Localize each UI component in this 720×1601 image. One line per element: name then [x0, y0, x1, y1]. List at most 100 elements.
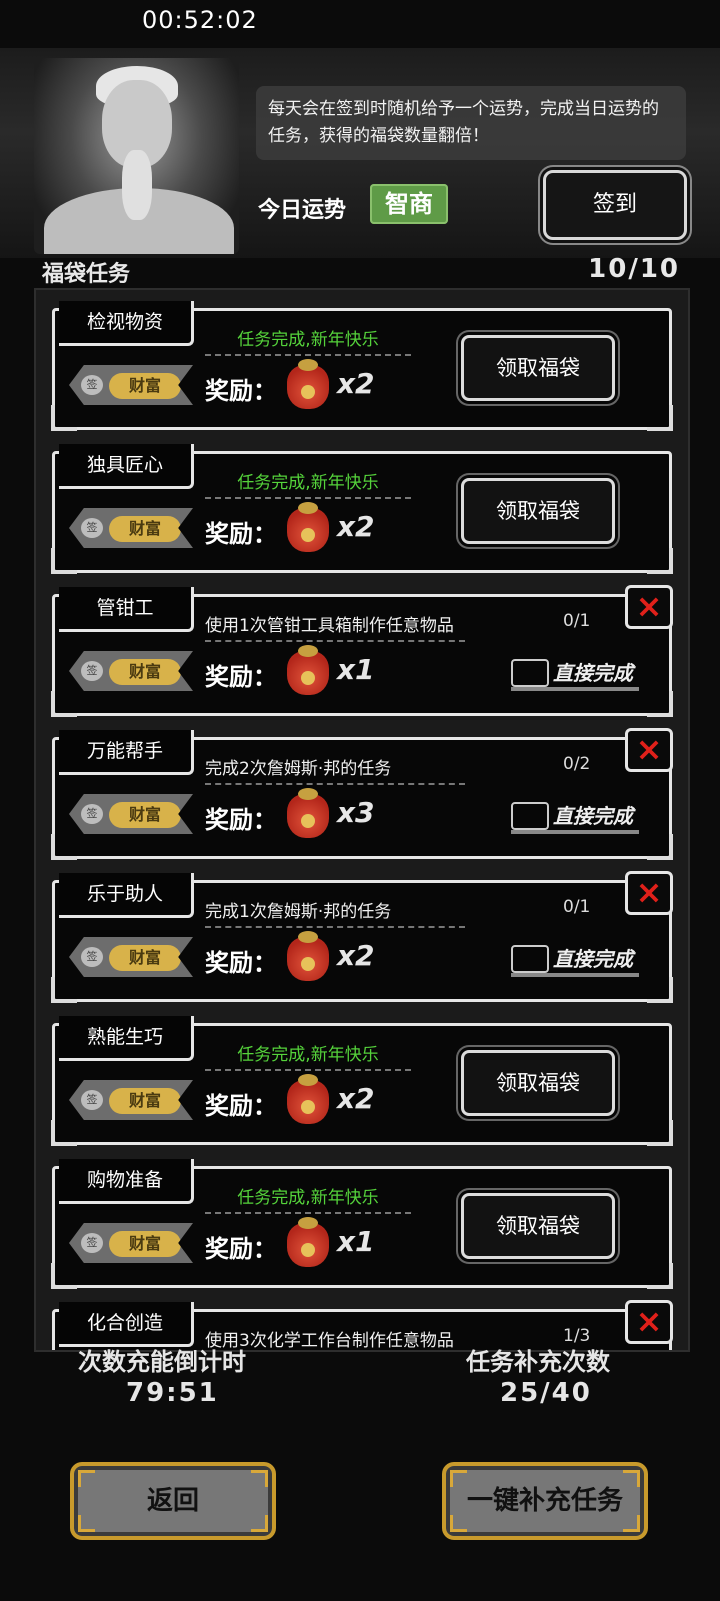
reward-label: 奖励：	[205, 520, 277, 548]
close-icon[interactable]: ×	[625, 585, 673, 629]
task-description: 任务完成,新年快乐	[205, 1040, 411, 1071]
task-card: 乐于助人 完成1次詹姆斯·邦的任务 0/1 签财富 奖励： x2 直接完成 ×	[51, 871, 673, 1003]
task-progress: 0/2	[563, 754, 591, 774]
recharge-countdown-label: 次数充能倒计时	[78, 1348, 246, 1376]
direct-complete-button[interactable]: 直接完成	[511, 798, 643, 836]
ticket-icon	[511, 802, 549, 830]
reward-label: 奖励：	[205, 1235, 277, 1263]
claim-lucky-bag-button[interactable]: 领取福袋	[461, 478, 615, 544]
reward-type-label: 财富	[109, 802, 181, 828]
task-card: 万能帮手 完成2次詹姆斯·邦的任务 0/2 签财富 奖励： x3 直接完成 ×	[51, 728, 673, 860]
fortune-label: 今日运势	[258, 198, 347, 223]
reward-multiplier: x2	[337, 367, 375, 400]
lucky-bag-icon	[287, 931, 329, 981]
sign-seal-icon: 签	[81, 804, 103, 824]
lucky-bag-icon	[287, 1074, 329, 1124]
fortune-badge: 智商	[370, 184, 448, 224]
refill-count-label: 任务补充次数	[466, 1348, 610, 1376]
reward-type-tag: 签财富	[69, 794, 193, 834]
refill-all-tasks-label: 一键补充任务	[466, 1486, 623, 1516]
refill-all-tasks-button[interactable]: 一键补充任务	[442, 1462, 648, 1540]
task-name: 万能帮手	[59, 730, 194, 775]
task-card: 购物准备 任务完成,新年快乐签财富 奖励： x1 领取福袋	[51, 1159, 673, 1289]
task-card: 熟能生巧 任务完成,新年快乐签财富 奖励： x2 领取福袋	[51, 1016, 673, 1146]
recharge-countdown-value: 79:51	[126, 1378, 219, 1408]
task-card: 检视物资 任务完成,新年快乐签财富 奖励： x2 领取福袋	[51, 301, 673, 431]
reward-label: 奖励：	[205, 663, 277, 691]
reward-type-label: 财富	[109, 373, 181, 399]
ticket-icon	[511, 945, 549, 973]
task-progress: 0/1	[563, 897, 591, 917]
task-description: 任务完成,新年快乐	[205, 325, 411, 356]
npc-speech-bubble: 每天会在签到时随机给予一个运势，完成当日运势的任务，获得的福袋数量翻倍！	[256, 86, 686, 160]
close-icon[interactable]: ×	[625, 871, 673, 915]
task-card: 管钳工 使用1次管钳工具箱制作任意物品 0/1 签财富 奖励： x1 直接完成 ×	[51, 585, 673, 717]
reward-label: 奖励：	[205, 377, 277, 405]
sign-seal-icon: 签	[81, 1233, 103, 1253]
lucky-bag-icon	[287, 788, 329, 838]
task-name: 检视物资	[59, 301, 194, 346]
task-name: 化合创造	[59, 1302, 194, 1347]
reward-multiplier: x3	[337, 796, 375, 829]
reward-type-label: 财富	[109, 945, 181, 971]
sign-seal-icon: 签	[81, 661, 103, 681]
reward-type-label: 财富	[109, 516, 181, 542]
reward-multiplier: x1	[337, 653, 375, 686]
reward-multiplier: x2	[337, 1082, 375, 1115]
direct-complete-label: 直接完成	[553, 661, 633, 685]
task-list[interactable]: 检视物资 任务完成,新年快乐签财富 奖励： x2 领取福袋 独具匠心 任务完成,新年快乐签财…	[34, 288, 690, 1352]
reward-multiplier: x2	[337, 510, 375, 543]
reward-type-label: 财富	[109, 1088, 181, 1114]
task-description: 任务完成,新年快乐	[205, 468, 411, 499]
reward-type-tag: 签财富	[69, 651, 193, 691]
lucky-bag-icon	[287, 645, 329, 695]
refill-count-value: 25/40	[500, 1378, 592, 1408]
claim-lucky-bag-button[interactable]: 领取福袋	[461, 335, 615, 401]
reward-type-label: 财富	[109, 659, 181, 685]
reward-type-tag: 签财富	[69, 1080, 193, 1120]
reward-type-tag: 签财富	[69, 365, 193, 405]
close-icon[interactable]: ×	[625, 1300, 673, 1344]
back-button[interactable]: 返回	[70, 1462, 276, 1540]
lucky-bag-icon	[287, 1217, 329, 1267]
reward-label: 奖励：	[205, 949, 277, 977]
lucky-bag-icon	[287, 502, 329, 552]
task-progress: 0/1	[563, 611, 591, 631]
reward-multiplier: x2	[337, 939, 375, 972]
back-button-label: 返回	[146, 1486, 199, 1516]
direct-complete-button[interactable]: 直接完成	[511, 941, 643, 979]
reward-multiplier: x1	[337, 1225, 375, 1258]
sign-seal-icon: 签	[81, 947, 103, 967]
direct-complete-label: 直接完成	[553, 947, 633, 971]
section-title: 福袋任务	[42, 262, 131, 287]
reward-type-label: 财富	[109, 1231, 181, 1257]
signin-button[interactable]: 签到	[543, 170, 687, 240]
sign-seal-icon: 签	[81, 1090, 103, 1110]
direct-complete-button[interactable]: 直接完成	[511, 655, 643, 693]
reward-label: 奖励：	[205, 1092, 277, 1120]
reward-type-tag: 签财富	[69, 1223, 193, 1263]
direct-complete-label: 直接完成	[553, 804, 633, 828]
section-count: 10/10	[588, 254, 680, 284]
reward-type-tag: 签财富	[69, 937, 193, 977]
task-card: 独具匠心 任务完成,新年快乐签财富 奖励： x2 领取福袋	[51, 444, 673, 574]
task-name: 独具匠心	[59, 444, 194, 489]
ticket-icon	[511, 659, 549, 687]
task-description: 使用1次管钳工具箱制作任意物品	[205, 611, 465, 642]
task-description: 完成1次詹姆斯·邦的任务	[205, 897, 465, 928]
task-description: 任务完成,新年快乐	[205, 1183, 411, 1214]
sign-seal-icon: 签	[81, 518, 103, 538]
status-clock: 00:52:02	[142, 6, 258, 34]
close-icon[interactable]: ×	[625, 728, 673, 772]
task-name: 管钳工	[59, 587, 194, 632]
reward-type-tag: 签财富	[69, 508, 193, 548]
task-name: 熟能生巧	[59, 1016, 194, 1061]
task-name: 购物准备	[59, 1159, 194, 1204]
npc-portrait	[34, 58, 239, 254]
sign-seal-icon: 签	[81, 375, 103, 395]
task-name: 乐于助人	[59, 873, 194, 918]
task-description: 完成2次詹姆斯·邦的任务	[205, 754, 465, 785]
reward-label: 奖励：	[205, 806, 277, 834]
claim-lucky-bag-button[interactable]: 领取福袋	[461, 1050, 615, 1116]
claim-lucky-bag-button[interactable]: 领取福袋	[461, 1193, 615, 1259]
